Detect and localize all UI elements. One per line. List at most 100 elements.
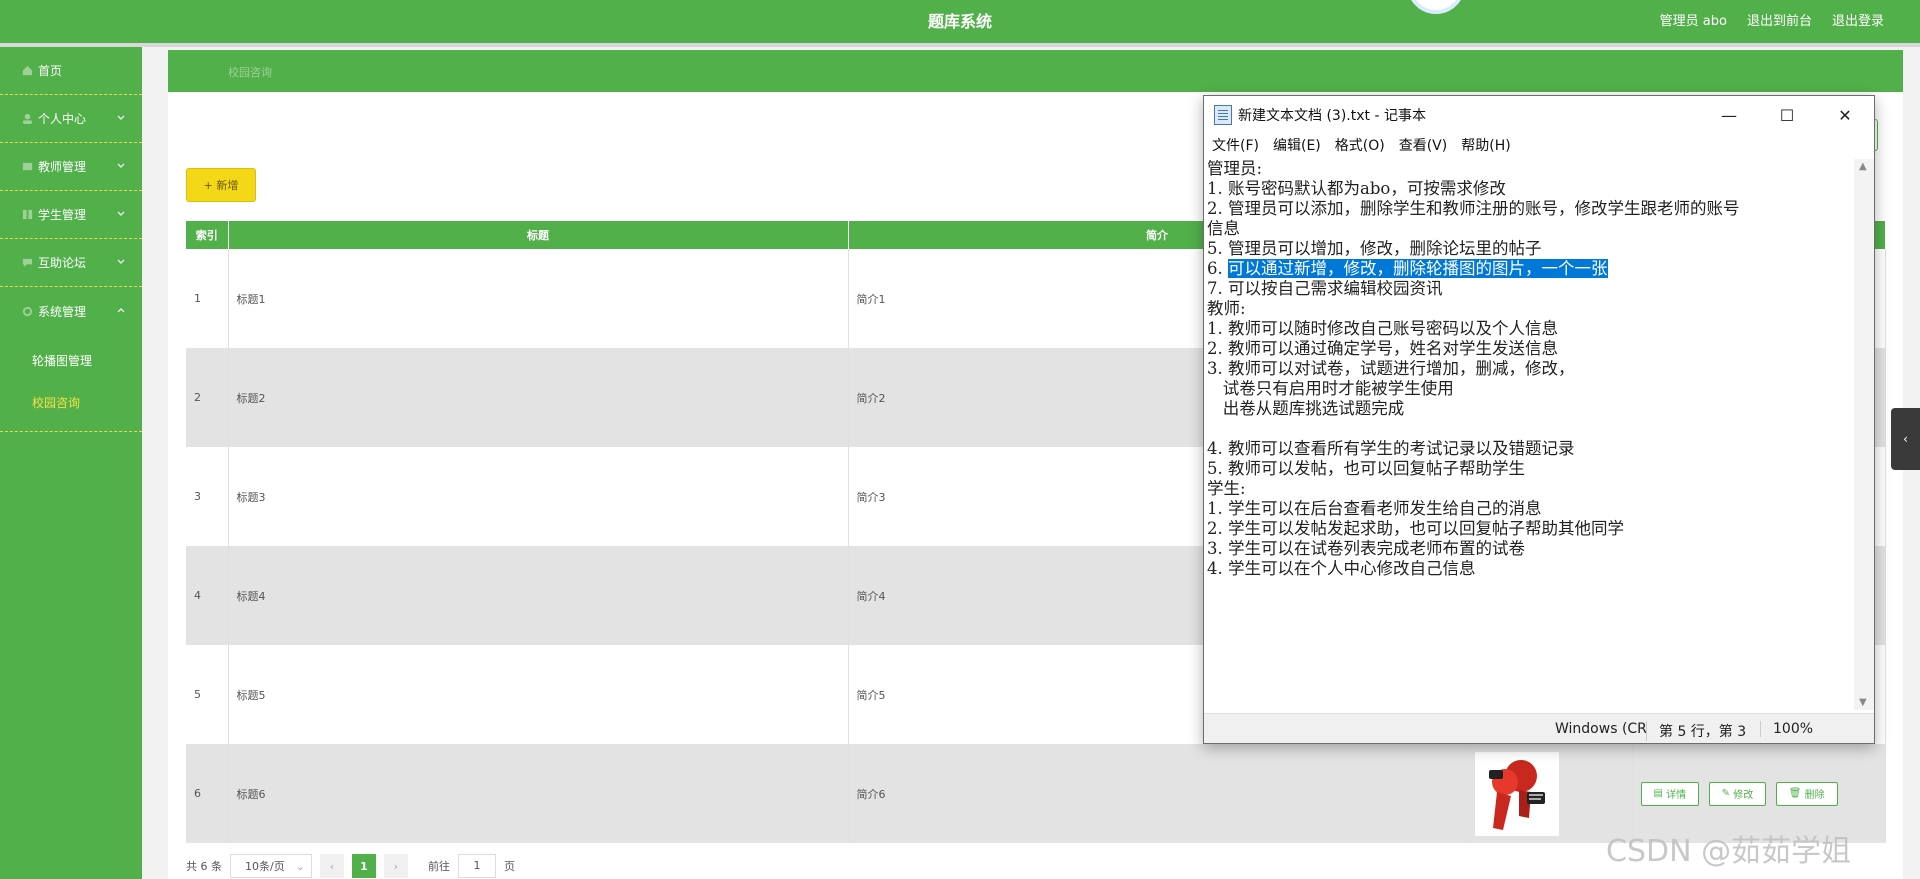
notepad-line: 4. 学生可以在个人中心修改自己信息: [1207, 559, 1476, 578]
sidebar-item-label: 首页: [38, 64, 63, 78]
teacher-icon: [20, 160, 34, 174]
notepad-line: 出卷从题库挑选试题完成: [1207, 399, 1405, 418]
notepad-line: 1. 账号密码默认都为abo，可按需求修改: [1207, 179, 1506, 198]
minimize-button[interactable]: —: [1700, 96, 1758, 134]
chevron-down-icon: [116, 256, 126, 270]
forum-icon: [20, 256, 34, 270]
sidebar-item-label: 个人中心: [38, 112, 87, 126]
page-size-value: 10条/页: [245, 860, 285, 873]
vertical-scrollbar[interactable]: ▲ ▼: [1854, 159, 1874, 710]
sidebar-item-label: 系统管理: [38, 304, 87, 319]
notepad-title: 新建文本文档 (3).txt - 记事本: [1238, 108, 1426, 124]
notepad-line: 4. 教师可以查看所有学生的考试记录以及错题记录: [1207, 439, 1575, 458]
user-icon: [20, 112, 34, 126]
cell-index: 3: [186, 447, 229, 546]
col-title-header: 标题: [228, 221, 849, 249]
close-button[interactable]: ✕: [1816, 96, 1874, 134]
cell-title: 标题4: [228, 546, 849, 645]
admin-user-link[interactable]: 管理员 abo: [1660, 10, 1727, 29]
menu-view[interactable]: 查看(V): [1399, 135, 1448, 155]
prev-page-button[interactable]: ‹: [320, 854, 344, 878]
notepad-icon: [1214, 105, 1232, 125]
chevron-down-icon: [116, 160, 126, 174]
sidebar-subitem-carousel[interactable]: 轮播图管理: [0, 339, 142, 381]
header-divider: [0, 43, 1920, 47]
status-encoding: Windows (CR: [1555, 721, 1647, 737]
edit-button[interactable]: ✎ 修改: [1708, 781, 1767, 806]
notepad-menubar: 文件(F) 编辑(E) 格式(O) 查看(V) 帮助(H): [1204, 134, 1874, 156]
menu-edit[interactable]: 编辑(E): [1273, 135, 1321, 155]
notepad-text-area[interactable]: 管理员: 1. 账号密码默认都为abo，可按需求修改 2. 管理员可以添加，删除学生…: [1205, 159, 1856, 710]
selected-text: 可以通过新增，修改，删除轮播图的图片，一个一张: [1228, 259, 1608, 278]
sidebar-item-label: 学生管理: [38, 208, 87, 222]
chevron-down-icon: [116, 208, 126, 222]
page-size-select[interactable]: 10条/页 ⌄: [230, 854, 312, 878]
goto-suffix: 页: [504, 860, 515, 873]
detail-icon: ▤: [1653, 788, 1667, 799]
notepad-line: 1. 教师可以随时修改自己账号密码以及个人信息: [1207, 319, 1558, 338]
top-header: 题库系统 管理员 abo 退出到前台 退出登录: [0, 0, 1920, 43]
sidebar-item-home[interactable]: 首页: [0, 47, 142, 95]
chevron-up-icon: [116, 304, 126, 318]
app-title: 题库系统: [927, 12, 992, 31]
sidebar-item-system[interactable]: 系统管理: [0, 287, 142, 335]
edit-label: 修改: [1733, 790, 1754, 801]
menu-file[interactable]: 文件(F): [1212, 135, 1259, 155]
menu-help[interactable]: 帮助(H): [1461, 135, 1510, 155]
sidebar-item-forum[interactable]: 互助论坛: [0, 239, 142, 287]
notepad-line: 5. 教师可以发帖，也可以回复帖子帮助学生: [1207, 459, 1525, 478]
notepad-line: 管理员:: [1207, 159, 1263, 178]
watermark: CSDN @茹茹学姐: [1606, 834, 1852, 869]
detail-label: 详情: [1666, 790, 1687, 801]
sidebar-subitem-campus-news[interactable]: 校园咨询: [0, 381, 142, 423]
logout-link[interactable]: 退出登录: [1832, 10, 1884, 29]
cell-title: 标题6: [228, 744, 849, 843]
scroll-down-icon: ▼: [1859, 697, 1867, 708]
page-number-current[interactable]: 1: [352, 854, 376, 878]
chevron-down-icon: [116, 112, 126, 126]
notepad-line: 5. 管理员可以增加，修改，删除论坛里的帖子: [1207, 239, 1542, 258]
next-page-button[interactable]: ›: [384, 854, 408, 878]
delete-button[interactable]: 🗑 删除: [1775, 781, 1838, 806]
goto-prefix: 前往: [428, 860, 450, 873]
menu-format[interactable]: 格式(O): [1335, 135, 1385, 155]
side-panel-toggle[interactable]: ‹: [1891, 408, 1920, 470]
header-links: 管理员 abo 退出到前台 退出登录: [1660, 10, 1884, 29]
window-controls: — ☐ ✕: [1700, 96, 1874, 134]
notepad-line: 3. 教师可以对试卷，试题进行增加，删减，修改，: [1207, 359, 1575, 378]
detail-button[interactable]: ▤ 详情: [1640, 781, 1700, 806]
breadcrumb-current[interactable]: 校园咨询: [228, 64, 272, 80]
live-microphone-image: [1474, 751, 1559, 836]
notepad-line: 2. 管理员可以添加，删除学生和教师注册的账号，修改学生跟老师的账号: [1207, 199, 1740, 218]
notepad-line: 2. 教师可以通过确定学号，姓名对学生发送信息: [1207, 339, 1558, 358]
status-zoom: 100%: [1760, 721, 1813, 737]
add-button[interactable]: + 新增: [186, 168, 256, 202]
pager-total: 共 6 条: [186, 860, 222, 873]
delete-label: 删除: [1804, 790, 1825, 801]
notepad-line: 信息: [1207, 219, 1240, 238]
system-submenu: 轮播图管理 校园咨询: [0, 335, 142, 432]
cell-intro: 简介6: [848, 744, 1467, 843]
goto-page-input[interactable]: 1: [458, 854, 496, 878]
chevron-down-icon: ⌄: [295, 859, 305, 873]
maximize-button[interactable]: ☐: [1758, 96, 1816, 134]
notepad-line: 3. 学生可以在试卷列表完成老师布置的试卷: [1207, 539, 1525, 558]
notepad-line: 教师:: [1207, 299, 1246, 318]
sidebar-item-teacher[interactable]: 教师管理: [0, 143, 142, 191]
col-index-header: 索引: [186, 221, 229, 249]
sidebar-item-personal[interactable]: 个人中心: [0, 95, 142, 143]
pagination: 共 6 条 10条/页 ⌄ ‹ 1 › 前往 1 页: [186, 854, 515, 878]
notepad-line: 学生:: [1207, 479, 1246, 498]
cell-index: 2: [186, 348, 229, 447]
notepad-line: [1207, 419, 1856, 439]
exit-to-front-link[interactable]: 退出到前台: [1747, 10, 1812, 29]
cell-index: 5: [186, 645, 229, 744]
notepad-line: 试卷只有启用时才能被学生使用: [1207, 379, 1454, 398]
notepad-titlebar[interactable]: 新建文本文档 (3).txt - 记事本 — ☐ ✕: [1204, 96, 1874, 134]
cell-title: 标题3: [228, 447, 849, 546]
cell-title: 标题2: [228, 348, 849, 447]
sidebar-item-label: 教师管理: [38, 160, 87, 174]
notepad-line: 7. 可以按自己需求编辑校园资讯: [1207, 279, 1443, 298]
sidebar-item-label: 互助论坛: [38, 256, 87, 270]
sidebar-item-student[interactable]: 学生管理: [0, 191, 142, 239]
